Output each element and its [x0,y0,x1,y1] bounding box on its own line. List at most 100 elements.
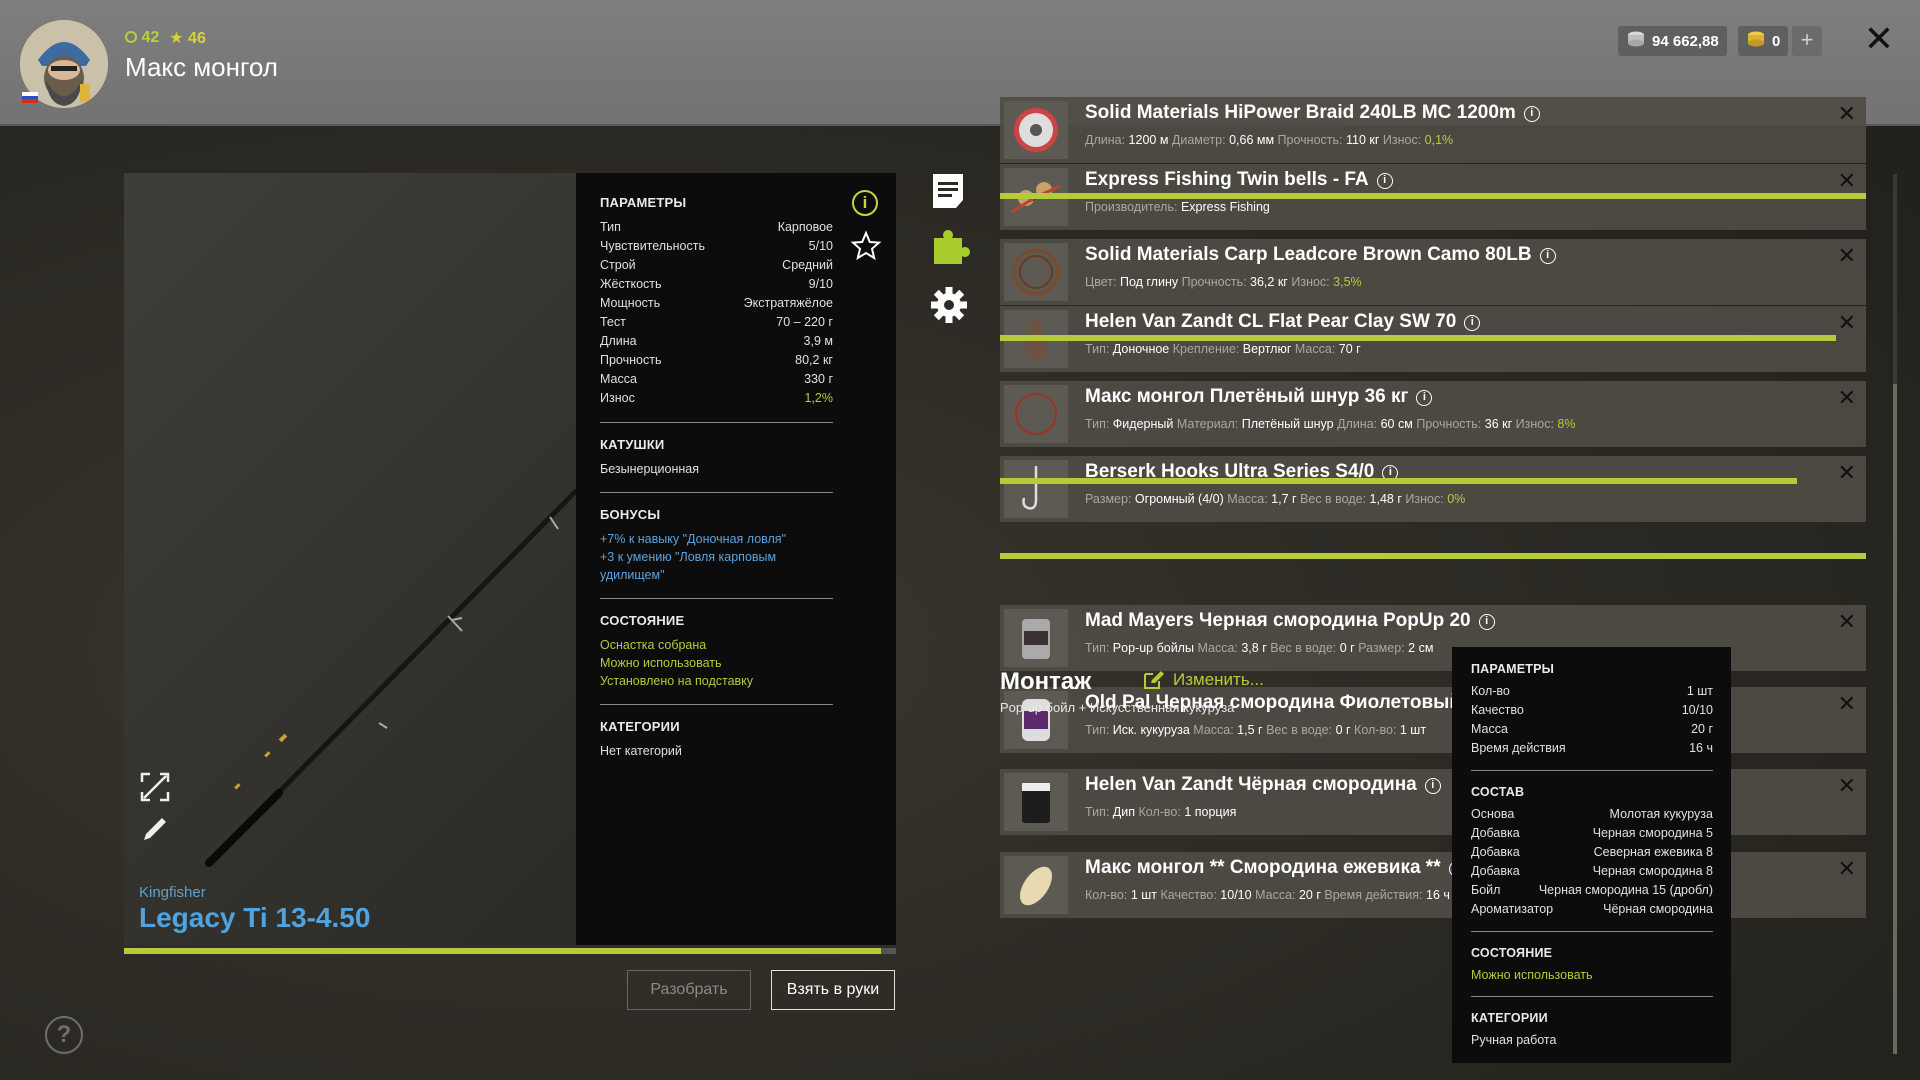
edit-montage-button[interactable]: Изменить... [1143,670,1264,690]
close-icon[interactable]: ✕ [1862,21,1896,57]
take-in-hands-button[interactable]: Взять в руки [771,970,895,1010]
list-scrollbar[interactable] [1893,174,1897,1054]
param-row: Тип Карповое [600,218,833,237]
silver-balance[interactable]: 94 662,88 [1618,26,1727,56]
tackle-item-details: Тип: Доночное Крепление: Вертлюг Масса: … [1085,342,1361,356]
remove-icon[interactable]: ✕ [1838,310,1856,336]
tackle-item-detail-value: 0% [1447,492,1466,506]
tooltip-params-list: Кол-во 1 шт Качество 10/10 Масса 20 г Время де… [1471,682,1713,758]
tooltip-param-row: Масса 20 г [1471,720,1713,739]
param-row: Износ 1,2% [600,389,833,408]
tooltip-param-value: 20 г [1691,722,1713,736]
bait-item-detail-value: 20 г [1298,888,1321,902]
bait-item-details: Кол-во: 1 шт Качество: 10/10 Масса: 20 г… [1085,888,1450,902]
tackle-item[interactable]: Berserk Hooks Ultra Series S4/0 i Размер: … [1000,456,1866,522]
info-icon[interactable]: i [1539,248,1556,264]
param-label: Длина [600,334,637,348]
param-value: 1,2% [804,391,834,405]
param-row: Строй Средний [600,256,833,275]
tackle-item-title: Express Fishing Twin bells - FA i [1085,169,1393,191]
remove-icon[interactable]: ✕ [1838,691,1856,717]
tackle-item-detail-value: Доночное [1112,342,1170,356]
remove-icon[interactable]: ✕ [1838,856,1856,882]
add-gold-button[interactable]: + [1792,26,1822,56]
param-label: Прочность [600,353,662,367]
tooltip-composition-value: Черная смородина 5 [1592,826,1713,840]
tackle-item-detail-value: Под глину [1119,275,1179,289]
reels-title: КАТУШКИ [600,437,665,452]
level-ring-icon [125,31,137,43]
bait-item[interactable]: Mad Mayers Черная смородина PopUp 20 i Тип… [1000,605,1866,671]
param-value: 5/10 [808,239,833,253]
scrollbar-thumb[interactable] [1893,384,1897,1054]
edit-montage-label: Изменить... [1173,670,1264,689]
info-icon[interactable]: i [852,190,878,216]
expand-icon[interactable] [138,770,172,804]
tackle-item-detail-value: 0,66 мм [1229,133,1275,147]
categories-value: Нет категорий [600,744,682,758]
rod-preview[interactable] [124,173,579,945]
tackle-item-name: Solid Materials HiPower Braid 240LB MC 1… [1085,102,1516,123]
tackle-item[interactable]: Макс монгол Плетёный шнур 36 кг i Тип: Фид… [1000,381,1866,447]
star-icon[interactable] [850,230,882,262]
star-small-icon: ★ [169,30,184,47]
disassemble-button[interactable]: Разобрать [627,970,751,1010]
bait-item-thumbnail [1004,773,1068,831]
gold-balance[interactable]: 0 [1738,26,1789,56]
player-stats: 42 ★ 46 [125,28,206,48]
montage-subtitle: Pop-up бойл + Искусственная кукуруза [1000,700,1235,715]
tooltip-param-value: 16 ч [1689,741,1713,755]
state-usable: Можно использовать [600,656,722,670]
tackle-item-detail-label: Цвет: [1085,275,1120,289]
tooltip-composition-value: Черная смородина 8 [1592,864,1713,878]
tooltip-composition-row: Добавка Черная смородина 8 [1471,862,1713,881]
tackle-item[interactable]: Solid Materials Carp Leadcore Brown Camo… [1000,239,1866,305]
param-value: 70 – 220 г [776,315,833,329]
remove-icon[interactable]: ✕ [1838,385,1856,411]
info-icon[interactable]: i [1376,173,1393,189]
param-label: Жёсткость [600,277,662,291]
pencil-icon[interactable] [138,812,172,846]
tackle-item-detail-label: Длина: [1085,133,1129,147]
tackle-item-detail-value: Express Fishing [1180,200,1270,214]
remove-icon[interactable]: ✕ [1838,243,1856,269]
tooltip-composition-label: Добавка [1471,864,1520,878]
bait-item[interactable]: Old Pal Черная смородина ФиолетовыйiТип:… [1000,687,1866,753]
tackle-item-detail-label: Масса: [1227,492,1272,506]
bait-item-thumbnail [1004,856,1068,914]
tooltip-param-label: Качество [1471,703,1524,717]
bait-item-detail-value: 16 ч [1426,888,1450,902]
tackle-item-title: Helen Van Zandt CL Flat Pear Clay SW 70 i [1085,311,1481,333]
param-label: Строй [600,258,636,272]
tooltip-composition-label: Добавка [1471,826,1520,840]
bait-item-detail-label: Тип: [1085,641,1113,655]
puzzle-icon[interactable] [930,228,970,264]
remove-icon[interactable]: ✕ [1838,773,1856,799]
tackle-item-detail-label: Масса: [1294,342,1339,356]
country-flag-icon [22,92,38,103]
tackle-item-name: Express Fishing Twin bells - FA [1085,169,1369,190]
tackle-item-detail-value: Фидерный [1112,417,1174,431]
gear-icon[interactable] [930,286,967,323]
bait-item[interactable]: Макс монгол ** Смородина ежевика **i Кол-… [1000,852,1866,918]
info-icon[interactable]: i [1416,390,1433,406]
remove-icon[interactable]: ✕ [1838,101,1856,127]
remove-icon[interactable]: ✕ [1838,168,1856,194]
divider [600,492,833,493]
info-icon[interactable]: i [1523,106,1540,122]
tackle-item[interactable]: Solid Materials HiPower Braid 240LB MC 1… [1000,97,1866,163]
remove-icon[interactable]: ✕ [1838,609,1856,635]
info-icon[interactable]: i [1464,315,1481,331]
tackle-item-detail-label: Прочность: [1277,133,1346,147]
bait-item[interactable]: Helen Van Zandt Чёрная смородина i Тип: Ди… [1000,769,1866,835]
param-value: 3,9 м [803,334,833,348]
tackle-item-detail-label: Диаметр: [1171,133,1230,147]
tooltip-composition-value: Северная ежевика 8 [1593,845,1713,859]
notes-icon[interactable] [930,172,966,208]
help-icon[interactable]: ? [45,1016,83,1054]
tooltip-composition-value: Черная смородина 15 (дробл) [1538,883,1713,897]
tackle-item-thumbnail [1004,460,1068,518]
rod-name: Legacy Ti 13-4.50 [139,902,371,933]
info-icon[interactable]: i [1424,778,1441,794]
info-icon[interactable]: i [1478,614,1495,630]
